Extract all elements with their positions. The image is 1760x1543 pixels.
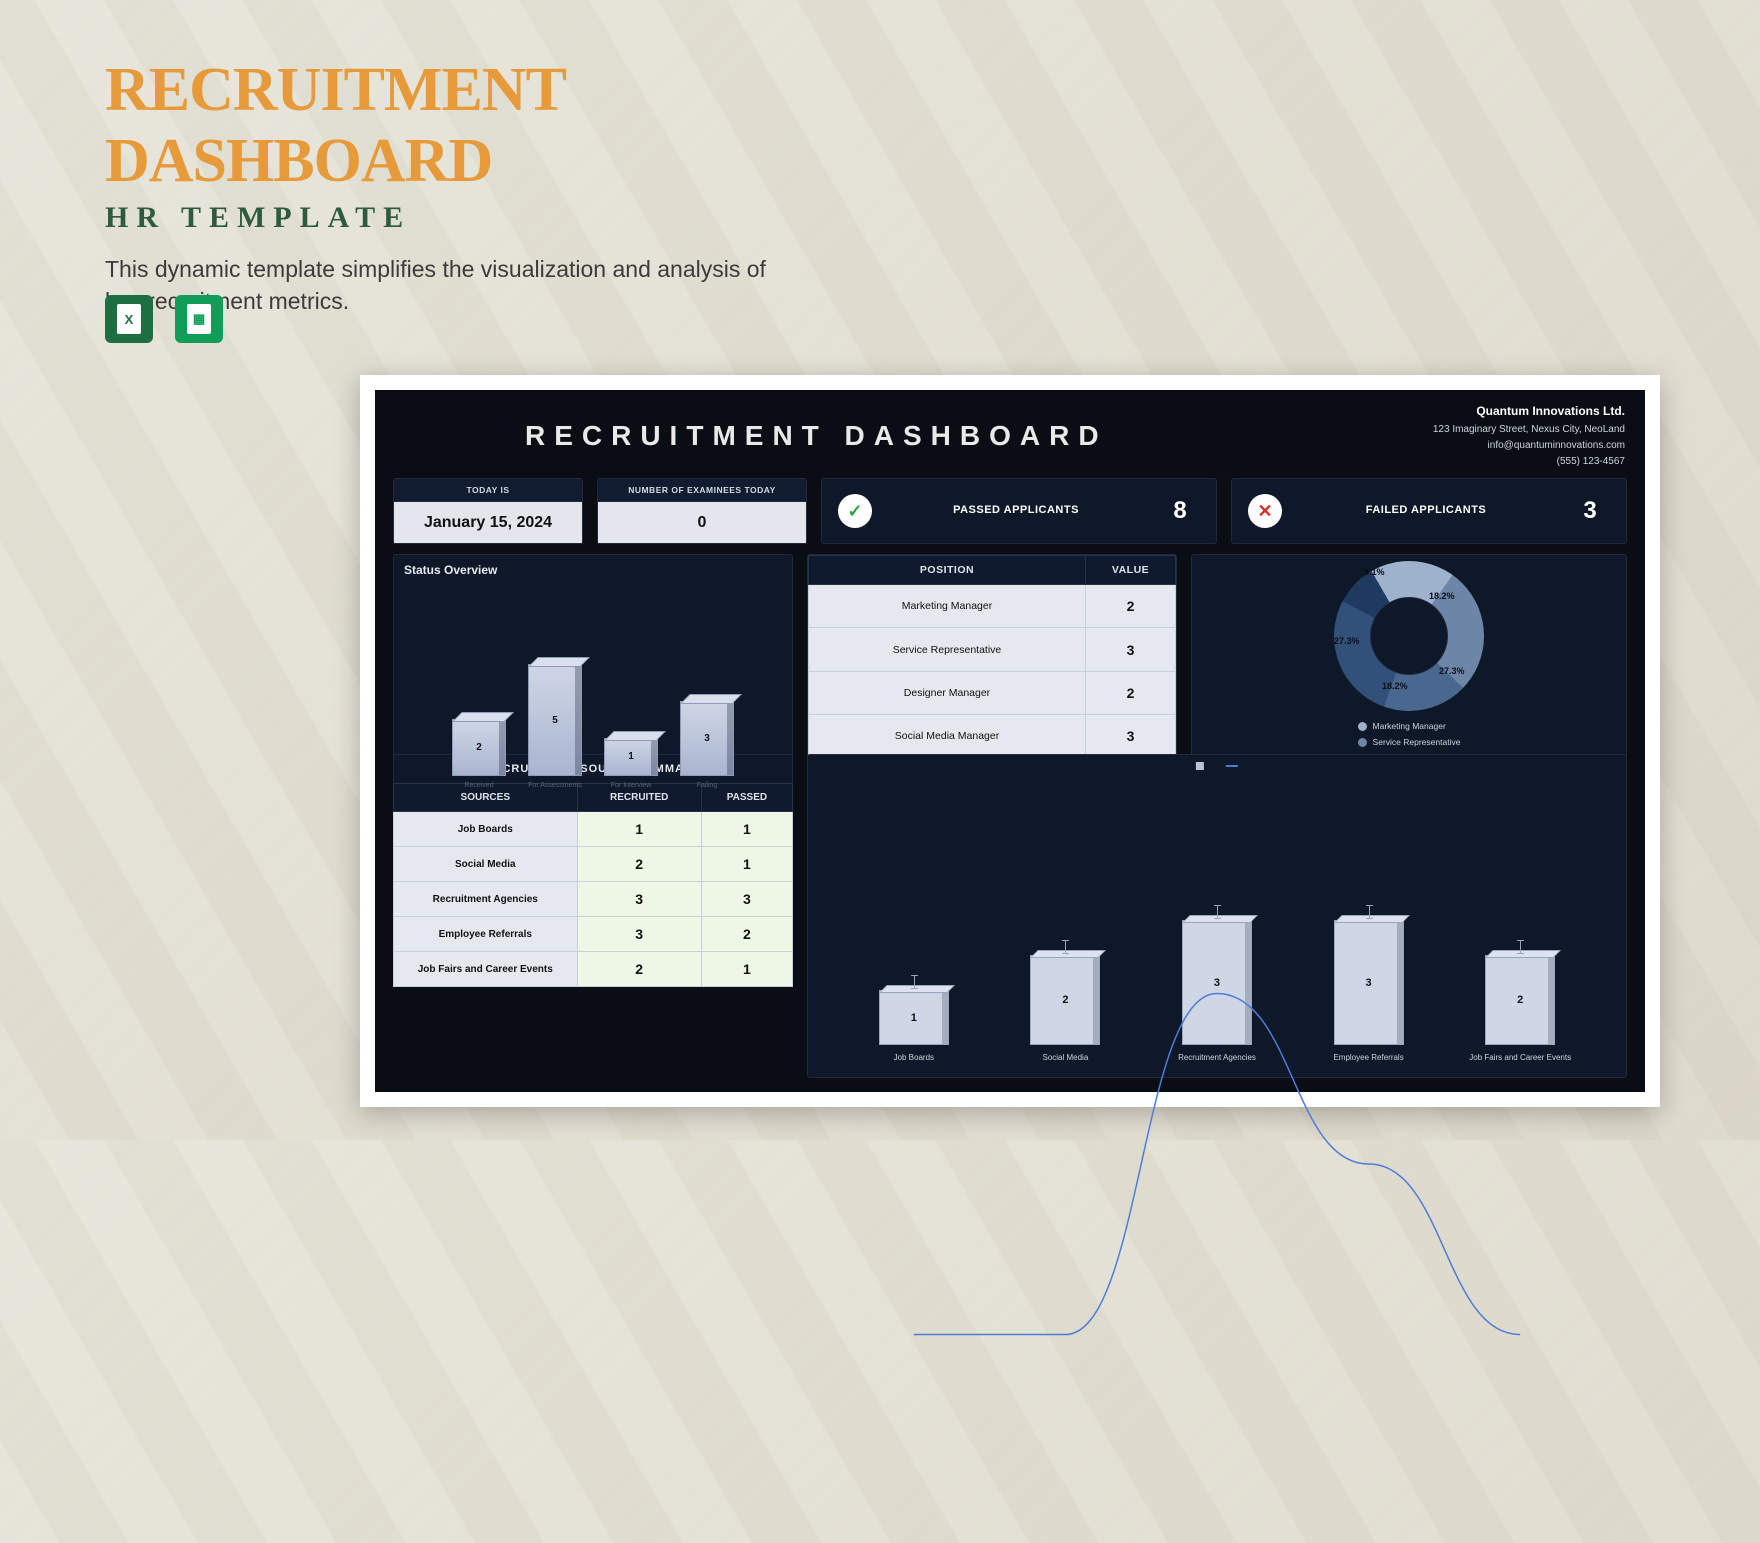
table-row: Service Representative3 <box>809 628 1176 671</box>
combo-bar: 1Job Boards <box>879 990 949 1045</box>
failed-value: 3 <box>1570 497 1610 525</box>
status-bar: 3Failing <box>680 701 734 776</box>
table-row: Social Media21 <box>394 847 793 882</box>
dashboard-frame: RECRUITMENT DASHBOARD Quantum Innovation… <box>360 375 1660 1107</box>
positions-donut-chart: 18.2% 27.3% 18.2% 27.3% 9.1% <box>1334 561 1484 711</box>
examinees-label: NUMBER OF EXAMINEES TODAY <box>598 479 806 502</box>
today-value: January 15, 2024 <box>394 502 582 543</box>
dashboard-title: RECRUITMENT DASHBOARD <box>525 420 1108 452</box>
combo-bar: 3Employee Referrals <box>1334 920 1404 1045</box>
bottom-row: RECRUITMENT SOURCE SUMMARY SOURCES RECRU… <box>393 754 1627 1078</box>
status-overview-panel: Status Overview 2Received 5For Assessment… <box>393 554 793 803</box>
format-icons-row: X ▦ <box>105 295 223 343</box>
table-row: Social Media Manager3 <box>809 715 1176 758</box>
stats-row: TODAY IS January 15, 2024 NUMBER OF EXAM… <box>393 478 1627 544</box>
today-card: TODAY IS January 15, 2024 <box>393 478 583 544</box>
cross-icon: ✕ <box>1248 494 1282 528</box>
table-row: Job Boards11 <box>394 812 793 847</box>
company-address: 123 Imaginary Street, Nexus City, NeoLan… <box>1433 422 1625 438</box>
dashboard-header: RECRUITMENT DASHBOARD Quantum Innovation… <box>393 400 1627 468</box>
sources-panel: RECRUITMENT SOURCE SUMMARY SOURCES RECRU… <box>393 754 793 1078</box>
table-row: Designer Manager2 <box>809 671 1176 714</box>
combo-legend <box>1196 761 1238 770</box>
page-subtitle: HR TEMPLATE <box>105 201 925 235</box>
failed-card: ✕ FAILED APPLICANTS 3 <box>1231 478 1627 544</box>
combo-bar: 3Recruitment Agencies <box>1182 920 1252 1045</box>
examinees-card: NUMBER OF EXAMINEES TODAY 0 <box>597 478 807 544</box>
status-bar: 1For Interview <box>604 738 658 776</box>
combo-bar: 2Job Fairs and Career Events <box>1485 955 1555 1045</box>
status-bar-chart: 2Received 5For Assessments 1For Interview 3… <box>404 581 782 794</box>
check-icon: ✓ <box>838 494 872 528</box>
status-bar: 5For Assessments <box>528 664 582 776</box>
table-row: Job Fairs and Career Events21 <box>394 952 793 987</box>
combo-bars: 1Job Boards 2Social Media 3Recruitment Age… <box>838 785 1596 1045</box>
donut-pct-label: 27.3% <box>1334 636 1360 646</box>
positions-header-position: POSITION <box>809 556 1086 585</box>
passed-card: ✓ PASSED APPLICANTS 8 <box>821 478 1217 544</box>
combo-chart-panel: 1Job Boards 2Social Media 3Recruitment Age… <box>807 754 1627 1078</box>
positions-header-value: VALUE <box>1086 556 1176 585</box>
company-email: info@quantuminnovations.com <box>1433 438 1625 454</box>
excel-icon[interactable]: X <box>105 295 153 343</box>
passed-label: PASSED APPLICANTS <box>886 504 1146 518</box>
dashboard: RECRUITMENT DASHBOARD Quantum Innovation… <box>375 390 1645 1092</box>
combo-bar: 2Social Media <box>1030 955 1100 1045</box>
company-block: Quantum Innovations Ltd. 123 Imaginary S… <box>1433 402 1625 469</box>
company-phone: (555) 123-4567 <box>1433 454 1625 470</box>
today-label: TODAY IS <box>394 479 582 502</box>
passed-value: 8 <box>1160 497 1200 525</box>
status-bar: 2Received <box>452 719 506 776</box>
donut-pct-label: 27.3% <box>1439 666 1465 676</box>
table-row: Employee Referrals32 <box>394 917 793 952</box>
company-name: Quantum Innovations Ltd. <box>1433 402 1625 421</box>
examinees-value: 0 <box>598 502 806 543</box>
donut-pct-label: 18.2% <box>1429 591 1455 601</box>
legend-item: Service Representative <box>1358 737 1461 747</box>
failed-label: FAILED APPLICANTS <box>1296 504 1556 518</box>
mid-row: Status Overview 2Received5For Assessment… <box>393 554 1627 744</box>
google-sheets-icon[interactable]: ▦ <box>175 295 223 343</box>
page-header: RECRUITMENT DASHBOARD HR TEMPLATE This d… <box>105 55 925 317</box>
table-row: Recruitment Agencies33 <box>394 882 793 917</box>
sources-table: SOURCES RECRUITED PASSED Job Boards11Soc… <box>393 783 793 987</box>
page-title: RECRUITMENT DASHBOARD <box>105 55 925 197</box>
donut-pct-label: 18.2% <box>1382 681 1408 691</box>
donut-pct-label: 9.1% <box>1364 567 1385 577</box>
status-overview-title: Status Overview <box>404 563 782 581</box>
legend-item: Marketing Manager <box>1358 721 1461 731</box>
table-row: Marketing Manager2 <box>809 585 1176 628</box>
